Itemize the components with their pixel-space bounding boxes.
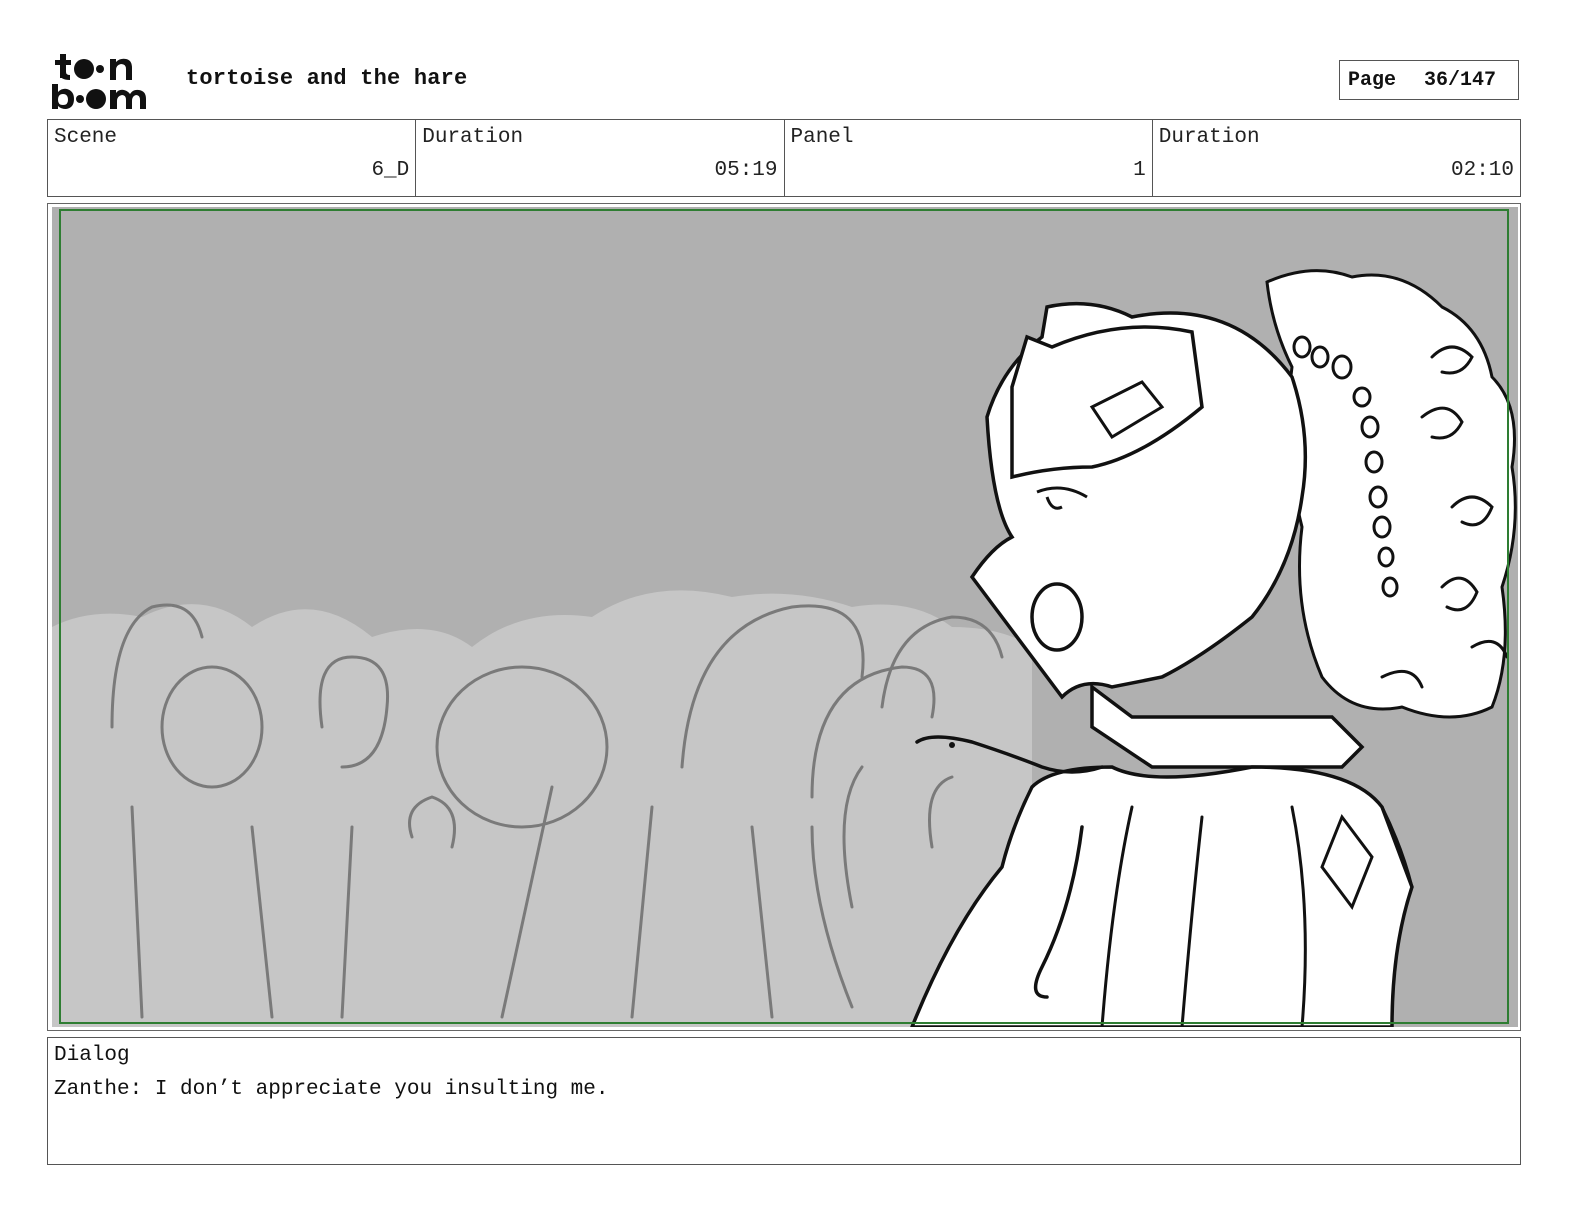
scene-duration-cell: Duration 05:19 xyxy=(416,120,785,196)
panel-duration-value: 02:10 xyxy=(1450,159,1514,182)
page-indicator: Page 36/147 xyxy=(1339,60,1519,100)
panel-duration-cell: Duration 02:10 xyxy=(1153,120,1520,196)
page-label: Page xyxy=(1348,68,1397,92)
panel-value: 1 xyxy=(1133,159,1146,182)
sketch-illustration xyxy=(52,269,1517,1027)
dialog-text: Zanthe: I don’t appreciate you insulting… xyxy=(54,1078,609,1101)
scene-duration-value: 05:19 xyxy=(714,159,778,182)
scene-cell: Scene 6_D xyxy=(48,120,417,196)
toon-boom-logo xyxy=(52,54,146,109)
scene-duration-label: Duration xyxy=(422,126,524,149)
page-number: 36/147 xyxy=(1424,68,1497,92)
scene-value: 6_D xyxy=(371,159,410,182)
crowd-silhouettes xyxy=(52,590,1032,1027)
storyboard-drawing xyxy=(52,207,1518,1027)
panel-label: Panel xyxy=(790,126,854,149)
dialog-label: Dialog xyxy=(54,1044,130,1067)
dialog-box: Dialog Zanthe: I don’t appreciate you in… xyxy=(47,1037,1521,1165)
panel-cell: Panel 1 xyxy=(785,120,1153,196)
panel-info-row: Scene 6_D Duration 05:19 Panel 1 Duratio… xyxy=(47,119,1521,197)
project-title: tortoise and the hare xyxy=(186,66,468,91)
scene-label: Scene xyxy=(54,126,118,149)
panel-duration-label: Duration xyxy=(1158,126,1260,149)
